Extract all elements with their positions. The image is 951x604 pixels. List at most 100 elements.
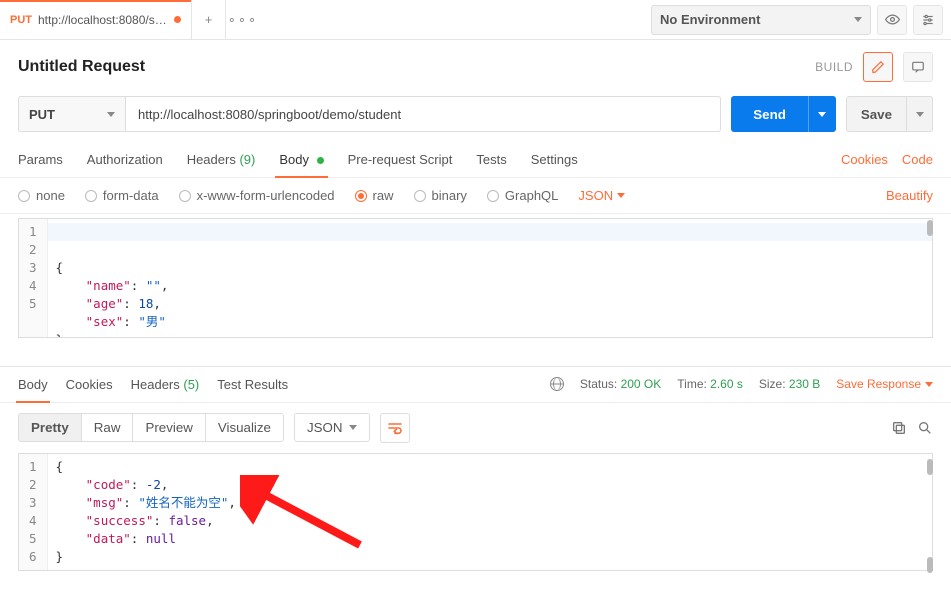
tab-prerequest[interactable]: Pre-request Script [348,144,453,177]
code-link[interactable]: Code [902,152,933,167]
more-icon: ∘∘∘ [228,12,258,28]
unsaved-dot-icon [174,16,181,23]
radio-xwww-label: x-www-form-urlencoded [197,188,335,203]
request-body-editor[interactable]: 12345 { "name": "", "age": 18, "sex": "男… [18,218,933,338]
beautify-link[interactable]: Beautify [886,188,933,203]
comment-icon [911,60,925,74]
view-preview[interactable]: Preview [132,414,204,441]
search-icon[interactable] [917,420,933,436]
chevron-down-icon [617,193,625,198]
chevron-down-icon [349,425,357,430]
response-body-editor[interactable]: 123456 { "code": -2, "msg": "姓名不能为空", "s… [18,453,933,571]
radio-form-data[interactable]: form-data [85,188,159,203]
tab-authorization[interactable]: Authorization [87,144,163,177]
globe-icon[interactable] [550,377,564,391]
save-response-button[interactable]: Save Response [836,377,933,391]
size-value: 230 B [789,377,820,391]
resp-headers-count: (5) [183,377,199,392]
chevron-down-icon [107,112,115,117]
pencil-icon [871,60,885,74]
environment-selector[interactable]: No Environment [651,5,871,35]
send-group: Send [731,96,836,132]
title-actions: BUILD [815,52,933,82]
edit-button[interactable] [863,52,893,82]
radio-none-label: none [36,188,65,203]
sliders-icon [921,13,935,27]
tab-tests[interactable]: Tests [476,144,506,177]
radio-raw-label: raw [373,188,394,203]
view-raw[interactable]: Raw [81,414,133,441]
comments-button[interactable] [903,52,933,82]
scrollbar-thumb[interactable] [927,557,933,573]
resp-tab-body[interactable]: Body [18,367,48,402]
time-group: Time: 2.60 s [677,377,743,391]
save-response-label: Save Response [836,377,921,391]
wrap-lines-button[interactable] [380,413,410,443]
request-right-links: Cookies Code [841,144,933,177]
method-selector[interactable]: PUT [18,96,126,132]
tab-headers-label: Headers [187,152,236,167]
radio-xwww[interactable]: x-www-form-urlencoded [179,188,335,203]
wrap-icon [387,421,403,435]
send-button[interactable]: Send [731,96,808,132]
radio-raw[interactable]: raw [355,188,394,203]
scrollbar-thumb[interactable] [927,220,933,236]
view-pretty[interactable]: Pretty [19,414,81,441]
tab-headers[interactable]: Headers (9) [187,144,256,177]
code-area[interactable]: { "code": -2, "msg": "姓名不能为空", "success"… [48,454,932,570]
radio-form-data-label: form-data [103,188,159,203]
request-line: PUT Send Save [0,90,951,144]
build-label[interactable]: BUILD [815,60,853,74]
response-format-selector[interactable]: JSON [294,413,370,442]
status-group: Status: 200 OK [580,377,661,391]
url-input[interactable] [126,96,721,132]
new-tab-button[interactable]: + [192,0,226,39]
chevron-down-icon [854,17,862,22]
save-button[interactable]: Save [846,96,907,132]
request-tab[interactable]: PUT http://localhost:8080/springbo... [0,0,192,39]
scrollbar-thumb[interactable] [927,459,933,475]
current-line-highlight [48,223,932,241]
response-toolbar: Pretty Raw Preview Visualize JSON [0,403,951,453]
radio-icon [179,190,191,202]
radio-graphql[interactable]: GraphQL [487,188,558,203]
tab-title: http://localhost:8080/springbo... [38,13,168,27]
resp-tab-headers[interactable]: Headers (5) [131,367,200,402]
radio-icon [355,190,367,202]
radio-binary[interactable]: binary [414,188,467,203]
environment-settings-button[interactable] [913,5,943,35]
tab-settings[interactable]: Settings [531,144,578,177]
tab-params[interactable]: Params [18,144,63,177]
request-title-row: Untitled Request BUILD [0,40,951,90]
code-area[interactable]: { "name": "", "age": 18, "sex": "男" } [48,219,932,337]
response-header: Body Cookies Headers (5) Test Results St… [0,366,951,403]
request-subtabs: Params Authorization Headers (9) Body Pr… [0,144,951,178]
radio-binary-label: binary [432,188,467,203]
environment-quicklook-button[interactable] [877,5,907,35]
copy-icon[interactable] [891,420,907,436]
save-group: Save [846,96,933,132]
eye-icon [885,12,900,27]
resp-tab-headers-label: Headers [131,377,180,392]
gutter: 12345 [19,219,48,337]
view-visualize[interactable]: Visualize [205,414,283,441]
body-active-dot-icon [317,157,324,164]
body-format-value: JSON [578,188,613,203]
body-type-options: none form-data x-www-form-urlencoded raw… [0,178,951,214]
tab-method: PUT [10,14,32,26]
resp-tab-cookies[interactable]: Cookies [66,367,113,402]
radio-icon [414,190,426,202]
size-group: Size: 230 B [759,377,820,391]
chevron-down-icon [925,382,933,387]
radio-none[interactable]: none [18,188,65,203]
body-format-selector[interactable]: JSON [578,188,625,203]
save-split-button[interactable] [907,96,933,132]
radio-icon [18,190,30,202]
cookies-link[interactable]: Cookies [841,152,888,167]
send-split-button[interactable] [808,96,836,132]
tab-body-label: Body [279,152,309,167]
tab-body[interactable]: Body [279,144,323,177]
resp-tab-tests[interactable]: Test Results [217,367,288,402]
request-name: Untitled Request [18,58,145,76]
tabs-overflow-button[interactable]: ∘∘∘ [226,0,260,39]
